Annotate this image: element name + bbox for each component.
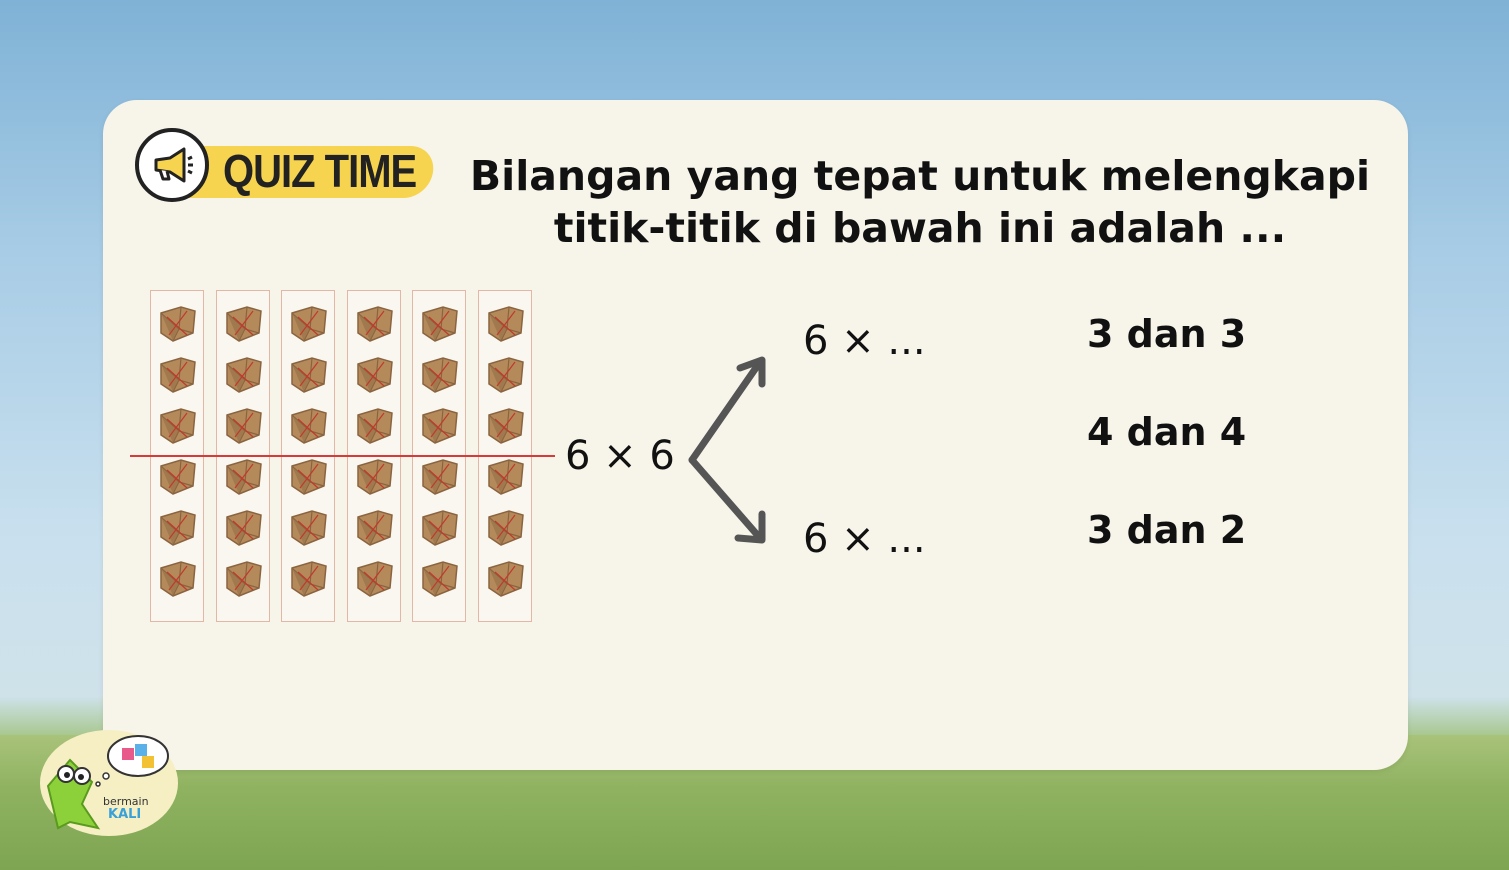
parcel-icon <box>225 408 262 444</box>
parcel-icon <box>422 306 458 342</box>
parcel-icon <box>225 357 262 393</box>
parcel-icon <box>291 561 327 597</box>
parcel-icon <box>422 357 458 393</box>
parcel-icon <box>356 561 393 597</box>
parcel-icon <box>487 510 524 546</box>
parcel-icon <box>225 561 262 597</box>
parcel-icon <box>422 561 458 597</box>
parcel-icon <box>225 459 262 495</box>
parcel-icon <box>160 561 196 597</box>
parcel-icon <box>160 408 196 444</box>
parcel-icon <box>225 306 262 342</box>
question-text: Bilangan yang tepat untuk melengkapi tit… <box>440 150 1400 254</box>
badge-label: QUIZ TIME <box>223 146 417 198</box>
parcel-icon <box>291 357 327 393</box>
parcel-icon <box>487 306 524 342</box>
option-3[interactable]: 3 dan 2 <box>1087 508 1246 552</box>
parcel-icon <box>160 459 196 495</box>
parcel-icon <box>356 408 393 444</box>
parcel-icon <box>487 561 524 597</box>
question-line-2: titik-titik di bawah ini adalah ... <box>553 204 1287 252</box>
parcel-icon <box>487 459 524 495</box>
parcel-icon <box>356 357 393 393</box>
option-2[interactable]: 4 dan 4 <box>1087 410 1246 454</box>
main-expression: 6 × 6 <box>565 433 675 479</box>
top-expression: 6 × ... <box>803 318 926 364</box>
parcel-icon <box>160 510 196 546</box>
option-1[interactable]: 3 dan 3 <box>1087 312 1246 356</box>
bottom-expression: 6 × ... <box>803 516 926 562</box>
quiz-time-badge: QUIZ TIME <box>135 128 440 212</box>
parcel-icon <box>356 510 393 546</box>
parcel-icon <box>356 306 393 342</box>
parcel-icon <box>291 306 327 342</box>
parcel-icon <box>422 510 458 546</box>
megaphone-icon <box>135 128 209 202</box>
parcel-icon <box>225 510 262 546</box>
parcel-icon <box>160 357 196 393</box>
parcel-icon <box>291 510 327 546</box>
parcel-icon <box>291 408 327 444</box>
parcel-icon <box>487 357 524 393</box>
parcel-icon <box>422 408 458 444</box>
split-line <box>130 455 555 457</box>
parcel-icon <box>356 459 393 495</box>
parcel-array <box>150 290 540 625</box>
split-arrows-icon <box>688 356 766 544</box>
question-line-1: Bilangan yang tepat untuk melengkapi <box>469 152 1371 200</box>
logo-text-kali: KALI <box>108 807 142 822</box>
parcel-icon <box>487 408 524 444</box>
parcel-icon <box>291 459 327 495</box>
parcel-icon <box>160 306 196 342</box>
parcel-icon <box>422 459 458 495</box>
